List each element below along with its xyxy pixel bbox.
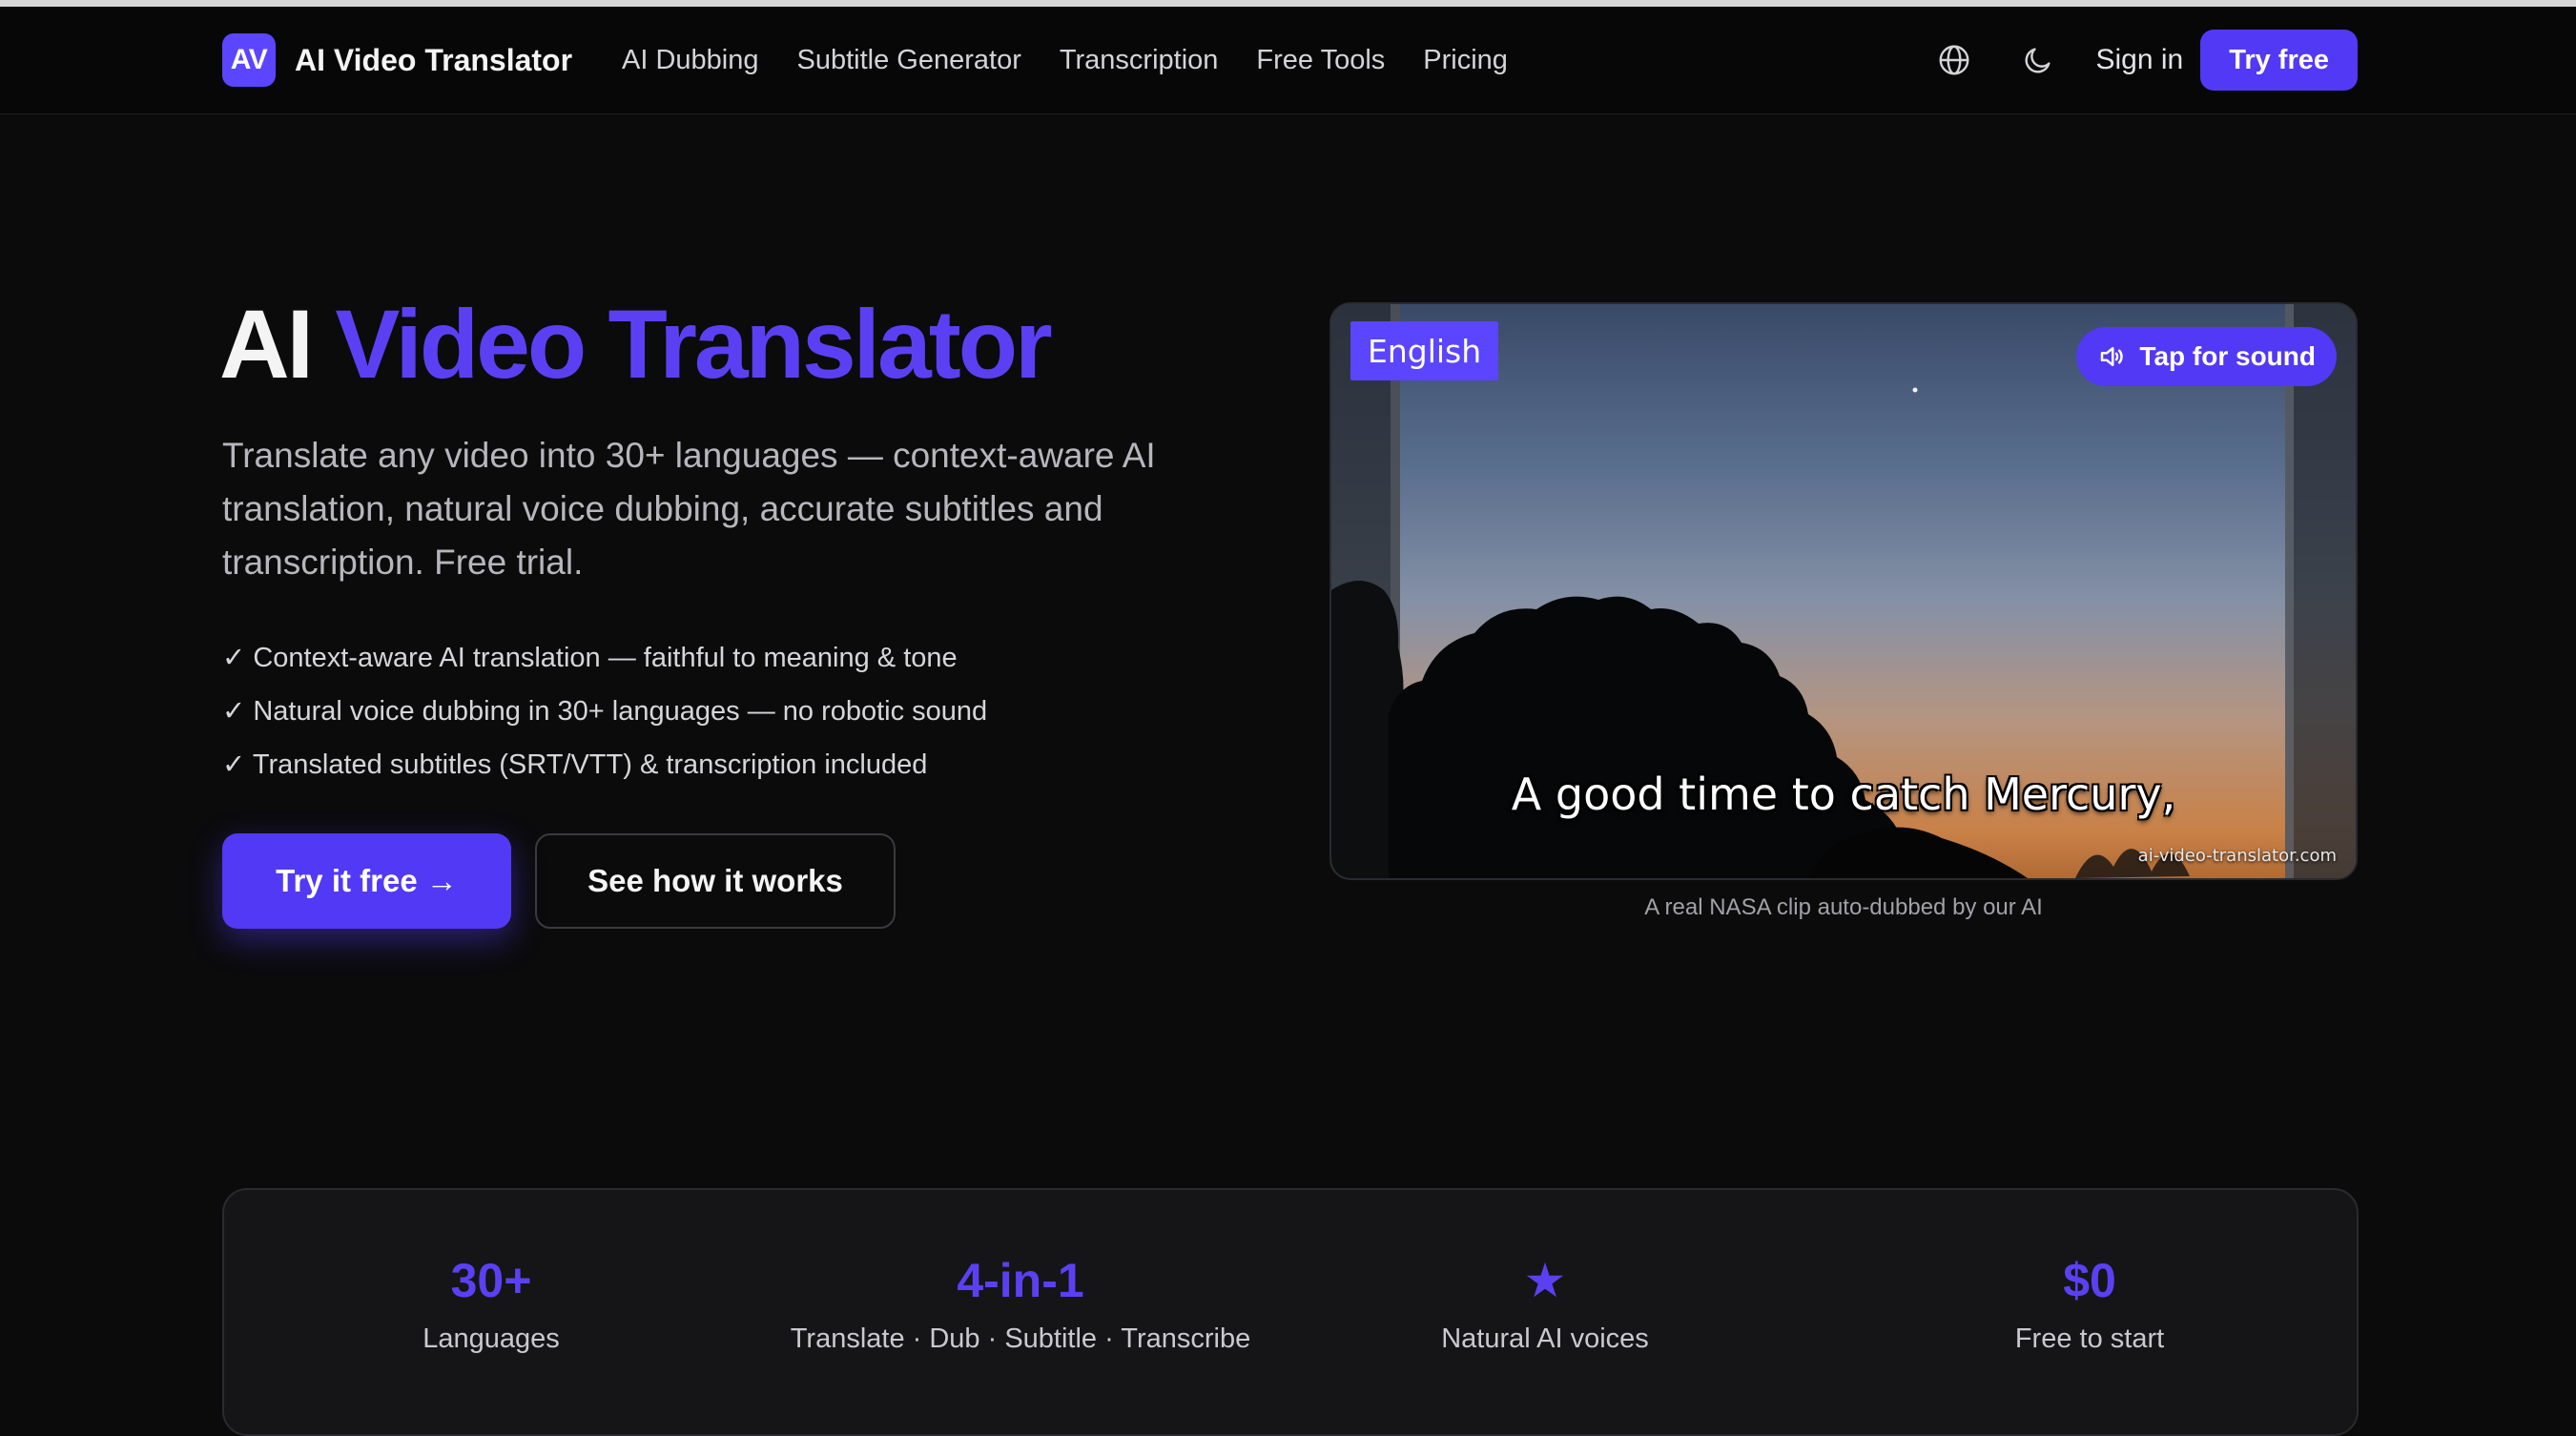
language-button[interactable] <box>1927 33 1981 87</box>
globe-icon <box>1940 45 1969 75</box>
tap-for-sound-button[interactable]: Tap for sound <box>2076 327 2337 386</box>
stat-label: Languages <box>422 1323 560 1354</box>
feature-item: ✓ Translated subtitles (SRT/VTT) & trans… <box>222 749 928 780</box>
video-subtitle: A good time to catch Mercury, <box>1511 769 2176 820</box>
stat-value: 4-in-1 <box>957 1254 1084 1307</box>
hero-title-accent: Video Translator <box>335 290 1052 399</box>
see-how-it-works-button[interactable]: See how it works <box>535 833 896 929</box>
demo-video-player[interactable]: English Tap for sound A good time to cat… <box>1329 302 2358 880</box>
stat-label: Free to start <box>2014 1323 2165 1354</box>
top-navigation: AV AI Video Translator AI Dubbing Subtit… <box>0 7 2576 114</box>
feature-item: ✓ Context-aware AI translation — faithfu… <box>222 643 958 673</box>
hero-title-part1: AI <box>219 290 314 399</box>
try-it-free-button[interactable]: Try it free → <box>222 833 511 929</box>
video-watermark: ai-video-translator.com <box>2137 846 2337 866</box>
nav-link-transcription[interactable]: Transcription <box>1060 45 1219 76</box>
nav-link-subtitle-generator[interactable]: Subtitle Generator <box>797 45 1021 76</box>
stat-label: Translate · Dub · Subtitle · Transcribe <box>790 1323 1251 1354</box>
stat-four-in-one: 4-in-1 Translate · Dub · Subtitle · Tran… <box>753 1257 1288 1355</box>
nav-links: AI Dubbing Subtitle Generator Transcript… <box>622 32 1508 88</box>
stat-label: Natural AI voices <box>1441 1323 1649 1354</box>
tap-for-sound-label: Tap for sound <box>2139 341 2316 371</box>
nav-link-ai-dubbing[interactable]: AI Dubbing <box>622 45 759 76</box>
stat-natural-voices: ★ Natural AI voices <box>1278 1257 1812 1355</box>
video-caption: A real NASA clip auto-dubbed by our AI <box>1644 894 2043 920</box>
stat-value: $0 <box>2063 1254 2116 1307</box>
browser-top-strip <box>0 0 2576 7</box>
stat-free-to-start: $0 Free to start <box>1823 1257 2357 1355</box>
brand[interactable]: AV AI Video Translator <box>222 32 572 88</box>
moon-icon <box>2026 48 2051 73</box>
stat-languages: 30+ Languages <box>224 1257 758 1355</box>
language-badge: English <box>1350 321 1499 380</box>
theme-toggle-button[interactable] <box>2011 33 2065 87</box>
try-free-button[interactable]: Try free <box>2200 30 2358 91</box>
brand-logo: AV <box>222 33 276 87</box>
nav-actions: Sign in Try free <box>1927 30 2358 91</box>
feature-item: ✓ Natural voice dubbing in 30+ languages… <box>222 696 988 727</box>
hero-subtitle: Translate any video into 30+ languages —… <box>222 436 1156 582</box>
nav-link-free-tools[interactable]: Free Tools <box>1256 45 1385 76</box>
brand-name: AI Video Translator <box>295 42 573 77</box>
stats-panel: 30+ Languages 4-in-1 Translate · Dub · S… <box>222 1188 2359 1436</box>
feature-list: ✓ Context-aware AI translation — faithfu… <box>222 631 987 791</box>
nav-link-pricing[interactable]: Pricing <box>1423 45 1508 76</box>
speaker-icon <box>2101 347 2124 366</box>
hero-title: AI Video Translator <box>219 290 1053 399</box>
star-icon: ★ <box>1523 1254 1567 1307</box>
sign-in-link[interactable]: Sign in <box>2095 44 2183 76</box>
stat-value: 30+ <box>450 1254 532 1307</box>
